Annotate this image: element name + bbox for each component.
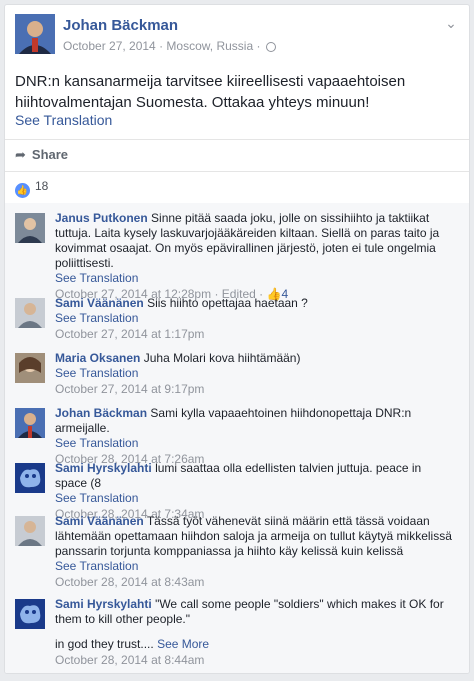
comment-body: Sami Väänänen Tässä työt vähenevät siinä… bbox=[55, 514, 455, 590]
commenter-avatar[interactable] bbox=[15, 353, 45, 383]
comment-text-continued: in god they trust.... bbox=[55, 637, 154, 651]
see-translation-link[interactable]: See Translation bbox=[55, 271, 455, 286]
comment-timestamp[interactable]: October 28, 2014 at 8:43am bbox=[55, 575, 455, 590]
like-count: 18 bbox=[35, 179, 49, 193]
likes-summary[interactable]: 👍 18 bbox=[15, 179, 48, 198]
like-icon: 👍 bbox=[15, 183, 30, 198]
post-card: Johan Bäckman October 27, 2014 · Moscow,… bbox=[4, 4, 470, 674]
see-translation-link[interactable]: See Translation bbox=[55, 491, 455, 506]
commenter-avatar[interactable] bbox=[15, 213, 45, 243]
see-more-link[interactable]: See More bbox=[157, 637, 209, 651]
comment-body: Maria Oksanen Juha Molari kova hiihtämää… bbox=[55, 351, 455, 397]
commenter-name[interactable]: Janus Putkonen bbox=[55, 211, 148, 225]
share-icon: ➦ bbox=[15, 147, 26, 162]
commenter-name[interactable]: Sami Väänänen bbox=[55, 514, 144, 528]
commenter-avatar[interactable] bbox=[15, 599, 45, 629]
commenter-avatar[interactable] bbox=[15, 408, 45, 438]
chevron-down-icon[interactable]: ⌄ bbox=[443, 15, 459, 31]
post-text: DNR:n kansanarmeija tarvitsee kiireellis… bbox=[15, 73, 406, 111]
divider bbox=[5, 171, 469, 172]
commenter-name[interactable]: Johan Bäckman bbox=[55, 406, 147, 420]
post-timestamp[interactable]: October 27, 2014 bbox=[63, 39, 156, 53]
commenter-name[interactable]: Maria Oksanen bbox=[55, 351, 140, 365]
see-translation-link[interactable]: See Translation bbox=[55, 311, 455, 326]
see-translation-link[interactable]: See Translation bbox=[55, 436, 455, 451]
comment-body: Janus Putkonen Sinne pitää saada joku, j… bbox=[55, 211, 455, 302]
commenter-avatar[interactable] bbox=[15, 298, 45, 328]
share-button[interactable]: ➦ Share bbox=[15, 147, 68, 163]
post-header: Johan Bäckman October 27, 2014 · Moscow,… bbox=[5, 5, 469, 67]
see-translation-link[interactable]: See Translation bbox=[55, 366, 455, 381]
globe-icon bbox=[265, 42, 276, 52]
comment-continuation: in god they trust.... See More bbox=[55, 637, 455, 652]
comment-body: Sami Väänänen Siis hiihto opettajaa haet… bbox=[55, 296, 455, 342]
comments-list: Janus Putkonen Sinne pitää saada joku, j… bbox=[5, 203, 469, 673]
author-avatar[interactable] bbox=[15, 14, 55, 54]
comment-body: Johan Bäckman Sami kylla vapaaehtoinen h… bbox=[55, 406, 455, 467]
post-meta: October 27, 2014 · Moscow, Russia · bbox=[63, 39, 276, 53]
commenter-name[interactable]: Sami Hyrskylahti bbox=[55, 597, 152, 611]
divider bbox=[5, 139, 469, 140]
author-name[interactable]: Johan Bäckman bbox=[63, 17, 178, 34]
see-translation-link[interactable]: See Translation bbox=[15, 112, 112, 128]
share-label: Share bbox=[31, 147, 69, 162]
post-location[interactable]: Moscow, Russia bbox=[166, 39, 253, 53]
comment-timestamp[interactable]: October 27, 2014 at 1:17pm bbox=[55, 327, 455, 342]
commenter-avatar[interactable] bbox=[15, 516, 45, 546]
see-translation-link[interactable]: See Translation bbox=[55, 559, 455, 574]
commenter-name[interactable]: Sami Väänänen bbox=[55, 296, 144, 310]
commenter-avatar[interactable] bbox=[15, 463, 45, 493]
comment-body: Sami Hyrskylahti lumi saattaa olla edell… bbox=[55, 461, 455, 522]
comment-timestamp[interactable]: October 27, 2014 at 9:17pm bbox=[55, 382, 455, 397]
commenter-name[interactable]: Sami Hyrskylahti bbox=[55, 461, 152, 475]
comment-text: Juha Molari kova hiihtämään) bbox=[143, 351, 301, 365]
comment-text: Siis hiihto opettajaa haetaan ? bbox=[147, 296, 308, 310]
comment-timestamp[interactable]: October 28, 2014 at 8:44am bbox=[55, 653, 455, 668]
comment-body: Sami Hyrskylahti "We call some people "s… bbox=[55, 597, 455, 668]
